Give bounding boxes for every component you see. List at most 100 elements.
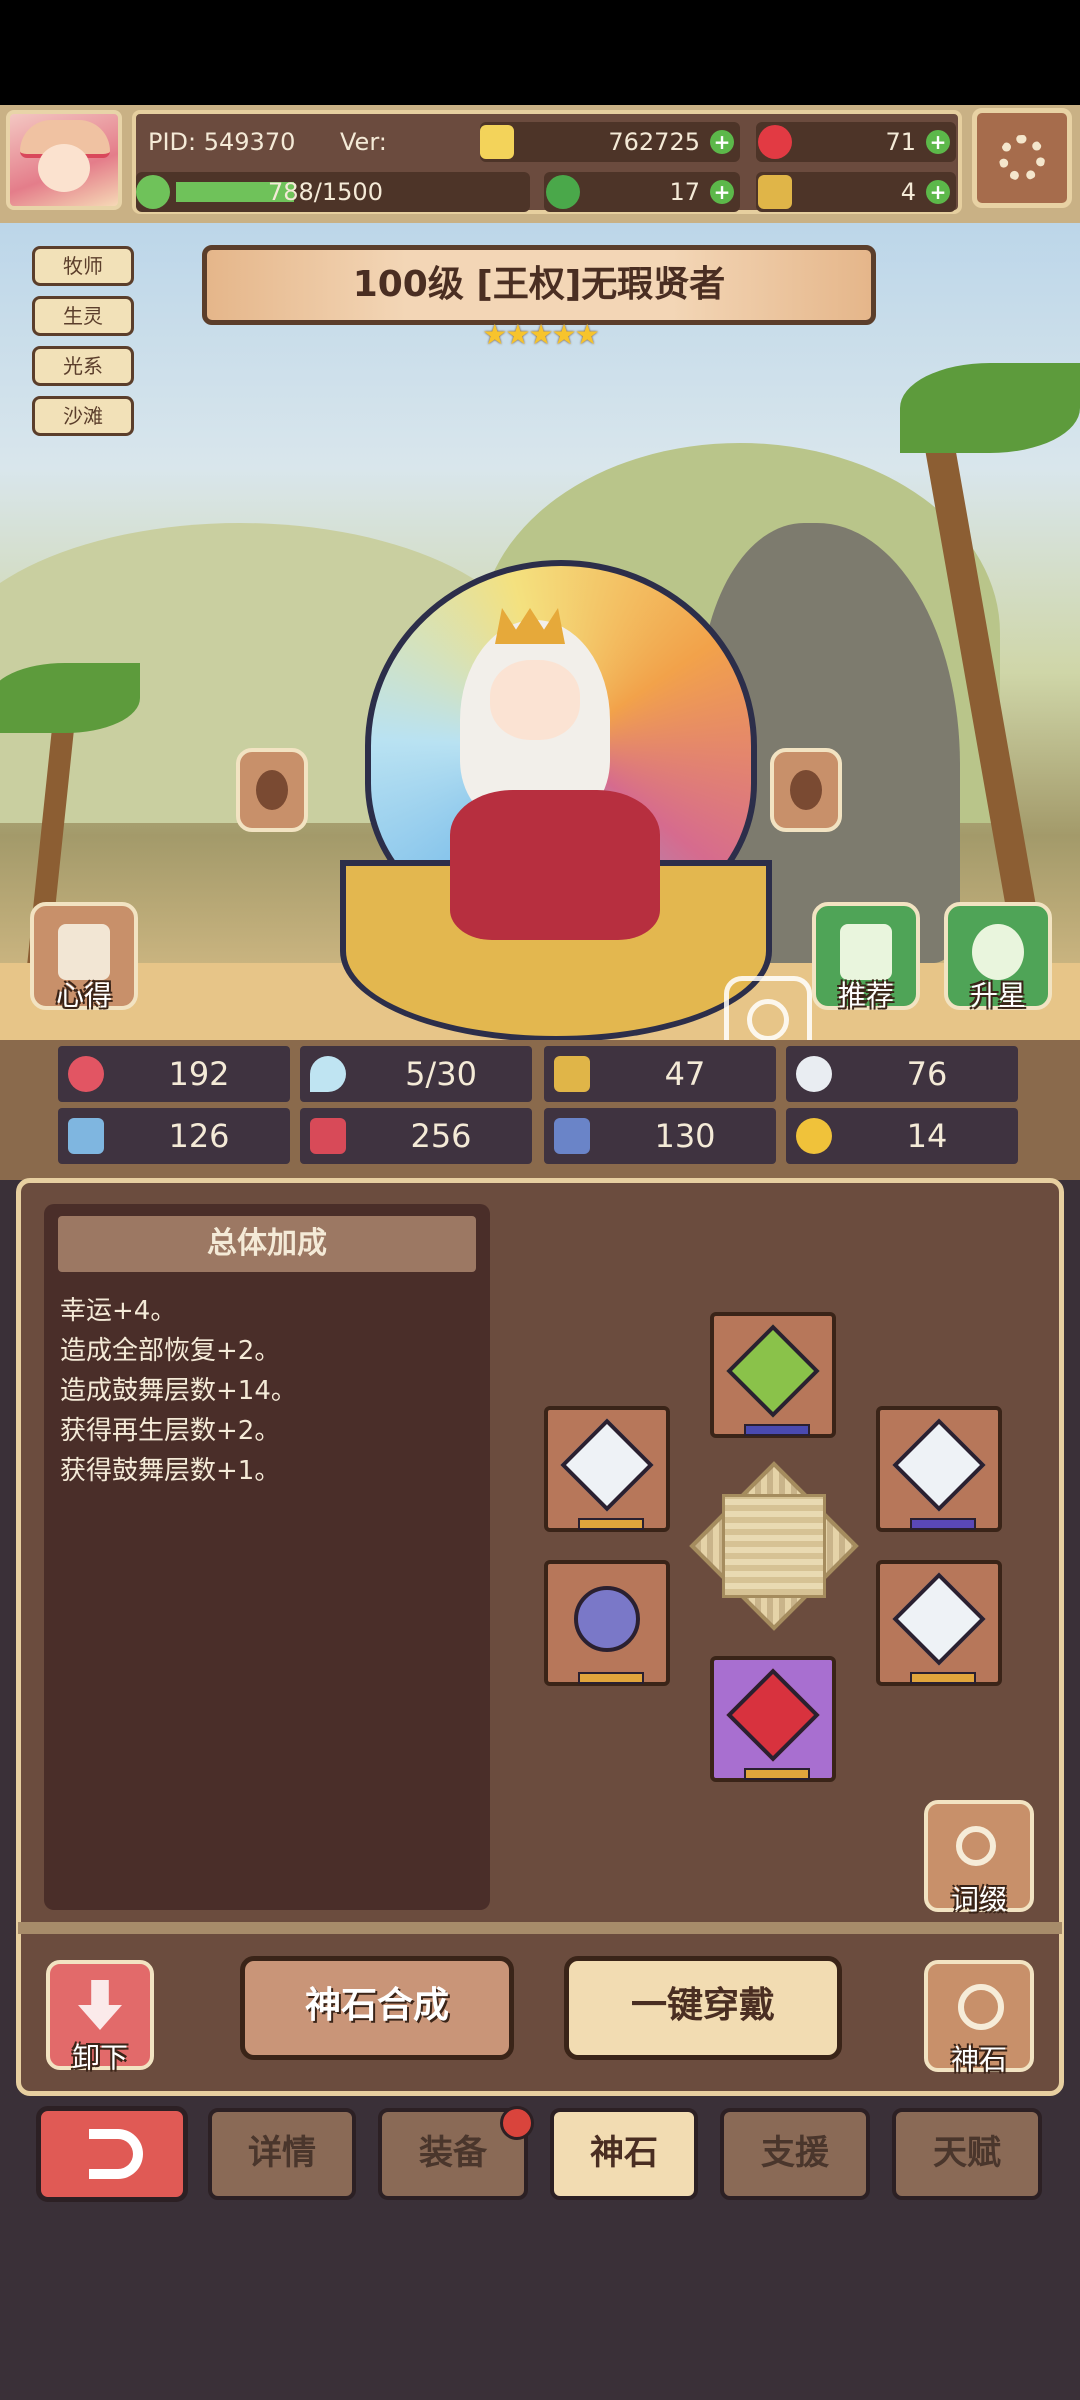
clover-value: 17 [669,178,700,206]
scroll-icon [58,924,110,980]
player-avatar[interactable] [6,110,122,210]
purple-gem-icon [560,1572,654,1666]
stat-value: 5/30 [405,1055,477,1093]
synthesize-button[interactable]: 神石合成 [240,1956,514,2060]
add-gems-button[interactable]: + [926,130,950,154]
clover-counter: 17 + [544,172,740,212]
ticket-counter: 4 + [756,172,956,212]
droplet-icon [310,1056,346,1092]
ticket-value: 4 [900,178,916,206]
star-up-button[interactable]: 升星 [944,902,1052,1012]
stat-value: 47 [664,1055,706,1093]
add-coins-button[interactable]: + [710,130,734,154]
stat-mana: 5/30 [300,1046,532,1102]
target-ring [747,999,789,1041]
stat-luck: 14 [786,1108,1018,1164]
gem-level-bar [744,1424,810,1436]
gem-slot-right-lower[interactable] [876,1560,1002,1686]
recommend-label: 推荐 [837,979,894,1012]
gem-level-bar [910,1672,976,1684]
experience-button[interactable]: 心得 [30,902,138,1012]
heart-icon [68,1056,104,1092]
stamina-value: 788/1500 [268,178,383,206]
gem-level-bar [910,1518,976,1530]
gem-value: 71 [885,128,916,156]
gem-slot-right-upper[interactable] [876,1406,1002,1532]
status-bar [0,0,1080,105]
experience-label: 心得 [55,979,112,1012]
stat-hp: 192 [58,1046,290,1102]
tab-talent[interactable]: 天赋 [892,2108,1042,2200]
pid-row: PID: 549370 Ver: 1.1.1.8 [140,122,470,196]
plate-square [722,1494,826,1598]
palm-leaf-right [900,363,1080,453]
stat-strength: 126 [58,1108,290,1164]
hero-sprite [340,560,772,1042]
recommend-button[interactable]: 推荐 [812,902,920,1012]
add-clover-button[interactable]: + [710,180,734,204]
star-up-label: 升星 [969,979,1026,1012]
white-gem-icon [892,1418,986,1512]
gem-slot-left-lower[interactable] [544,1560,670,1686]
coin-counter: 762725 + [480,122,740,162]
back-button[interactable] [36,2106,188,2202]
settings-button[interactable] [972,108,1072,208]
gem-slot-top[interactable] [710,1312,836,1438]
stat-value: 192 [168,1055,230,1093]
next-hero-button[interactable] [770,748,842,832]
hero-face [490,660,580,740]
tab-support[interactable]: 支援 [720,2108,870,2200]
hero-title-banner: 100级 [王权]无瑕贤者 [202,245,876,325]
magnifier-icon [956,1826,996,1866]
add-tickets-button[interactable]: + [926,180,950,204]
stat-defense: 47 [544,1046,776,1102]
shield-icon [554,1056,590,1092]
unequip-label: 卸下 [71,2041,128,2074]
godstone-label: 神石 [950,2043,1007,2076]
ticket-icon [758,175,792,209]
crown-icon [495,608,565,644]
book-icon [310,1118,346,1154]
equip-all-button[interactable]: 一键穿戴 [564,1956,842,2060]
pid-text: PID: 549370 [148,128,296,156]
godstone-button[interactable]: 神石 [924,1960,1034,2076]
unequip-button[interactable]: 卸下 [46,1960,154,2074]
bottom-spacer [0,2220,1080,2400]
gem-slot-left-upper[interactable] [544,1406,670,1532]
star-rating: ★★★★★ [482,318,600,351]
prev-hero-button[interactable] [236,748,308,832]
white-gem-icon [892,1572,986,1666]
gem-center-plate [688,1460,860,1632]
stat-value: 256 [410,1117,472,1155]
panel-divider [18,1922,1062,1934]
bonus-line: 获得再生层数+2。 [60,1416,281,1446]
thumbs-up-icon [840,924,892,980]
affix-label: 词缀 [950,1883,1007,1916]
bonus-title: 总体加成 [58,1216,476,1272]
fist-icon [68,1118,104,1154]
arrow-down-icon [78,1980,122,2030]
stat-value: 130 [654,1117,716,1155]
horseshoe-icon [796,1118,832,1154]
white-gem-icon [560,1418,654,1512]
tag-scene: 沙滩 [32,396,134,436]
gem-slot-bottom[interactable] [710,1656,836,1782]
stat-agility: 130 [544,1108,776,1164]
affix-button[interactable]: 词缀 [924,1800,1034,1916]
stat-speed: 76 [786,1046,1018,1102]
gem-level-bar [744,1768,810,1780]
tag-element: 光系 [32,346,134,386]
tab-godstone[interactable]: 神石 [550,2108,698,2200]
gem-level-bar [578,1518,644,1530]
bonus-line: 获得鼓舞层数+1。 [60,1456,281,1486]
stat-value: 126 [168,1117,230,1155]
tab-details[interactable]: 详情 [208,2108,356,2200]
tag-class: 牧师 [32,246,134,286]
gem-counter: 71 + [756,122,956,162]
bonus-line: 造成全部恢复+2。 [60,1336,281,1366]
stat-intelligence: 256 [300,1108,532,1164]
stat-value: 14 [906,1117,948,1155]
red-gem-icon [726,1668,820,1762]
bonus-line: 幸运+4。 [60,1296,177,1326]
green-gem-icon [726,1324,820,1418]
